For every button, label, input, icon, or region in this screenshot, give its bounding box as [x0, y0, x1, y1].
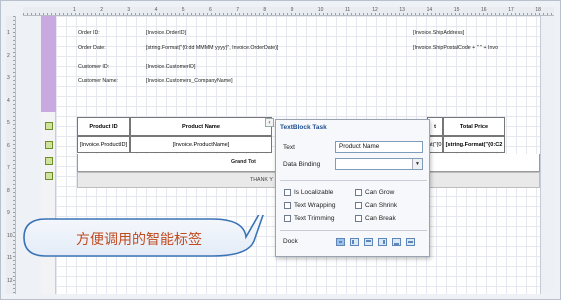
- ruler-number: 6: [209, 7, 212, 13]
- ruler-number: 10: [7, 232, 13, 239]
- ruler-number: 1: [73, 7, 76, 13]
- text-wrapping-checkbox[interactable]: [284, 202, 291, 209]
- dock-fill-icon[interactable]: [336, 238, 345, 246]
- text-label: Text: [283, 144, 295, 151]
- grand-total-label[interactable]: Grand Tot: [231, 159, 256, 165]
- dock-bottom-icon[interactable]: [392, 238, 401, 246]
- ruler-number: 6: [7, 142, 10, 149]
- text-trimming-checkbox[interactable]: [284, 215, 291, 222]
- horizontal-ruler: 12345678910111213141516171819: [23, 7, 554, 16]
- divider: [280, 180, 427, 181]
- dock-label: Dock: [283, 238, 298, 245]
- ruler-number: 9: [7, 210, 10, 216]
- order-date-field[interactable]: [string.Format("{0:dd MMMM yyyy}", Invoi…: [146, 45, 278, 51]
- chevron-down-icon[interactable]: ▼: [412, 159, 422, 169]
- is-localizable-label: Is Localizable: [294, 189, 334, 196]
- thank-you-text[interactable]: THANK Y: [250, 177, 273, 183]
- smart-tag-glyph[interactable]: ‹: [265, 118, 274, 127]
- ruler-number: 16: [481, 7, 487, 13]
- can-shrink-label: Can Shrink: [365, 202, 398, 209]
- ruler-number: 11: [345, 7, 351, 13]
- ruler-number: 3: [7, 75, 10, 81]
- ruler-number: 8: [7, 187, 10, 194]
- dock-left-icon[interactable]: [350, 238, 359, 246]
- ruler-number: 12: [372, 7, 378, 13]
- popup-title: TextBlock Task: [280, 124, 327, 131]
- customer-id-label: Customer ID:: [78, 64, 110, 70]
- ruler-number: 17: [508, 7, 514, 13]
- ruler-number: 1: [7, 30, 10, 36]
- customer-name-field[interactable]: [Invoice.Customers_CompanyName]: [146, 78, 233, 84]
- ruler-number: 7: [236, 7, 239, 13]
- header-product-id[interactable]: Product ID: [77, 117, 130, 136]
- ruler-number: 4: [7, 97, 10, 104]
- ruler-number: 8: [263, 7, 267, 13]
- ruler-number: 5: [7, 120, 10, 126]
- customer-id-field[interactable]: [Invoice.CustomerID]: [146, 64, 195, 70]
- band-icon[interactable]: [45, 172, 53, 180]
- ruler-number: 12: [7, 277, 13, 284]
- ship-postal-field[interactable]: [Invoice.ShipPostalCode + " " + Invo: [413, 45, 498, 51]
- data-binding-select[interactable]: ▼: [335, 158, 423, 170]
- header-product-name[interactable]: Product Name: [130, 117, 272, 136]
- can-break-checkbox[interactable]: [355, 215, 362, 222]
- order-id-label: Order ID:: [78, 30, 100, 36]
- ruler-number: 10: [317, 7, 324, 13]
- text-wrapping-label: Text Wrapping: [294, 202, 336, 209]
- ruler-number: 4: [154, 7, 158, 13]
- band-icon[interactable]: [45, 122, 53, 130]
- can-break-label: Can Break: [365, 215, 396, 222]
- ship-address-field[interactable]: [Invoice.ShipAddress]: [413, 30, 464, 36]
- can-grow-checkbox[interactable]: [355, 189, 362, 196]
- ruler-number: 7: [7, 165, 10, 171]
- data-binding-label: Data Binding: [283, 161, 321, 168]
- cell-product-name[interactable]: [Invoice.ProductName]: [130, 136, 272, 153]
- is-localizable-checkbox[interactable]: [284, 189, 291, 196]
- callout-text: 方便调用的智能标签: [76, 232, 202, 248]
- dock-none-icon[interactable]: [406, 238, 415, 246]
- can-grow-label: Can Grow: [365, 189, 395, 196]
- can-shrink-checkbox[interactable]: [355, 202, 362, 209]
- textblock-task-popup: TextBlock Task Text Product Name Data Bi…: [275, 119, 430, 257]
- ruler-number: 18: [535, 7, 541, 13]
- ruler-number: 13: [399, 7, 405, 13]
- cell-total-price[interactable]: [string.Format("{0:C2: [443, 136, 505, 153]
- page-header-band-marker[interactable]: [41, 16, 56, 112]
- ruler-number: 15: [453, 7, 460, 13]
- vertical-ruler: 1 2 3 4 5 6 7 8 9 10 11 12: [6, 16, 16, 294]
- order-id-field[interactable]: [Invoice.OrderID]: [146, 30, 186, 36]
- order-date-label: Order Date:: [78, 45, 106, 51]
- text-input[interactable]: Product Name: [335, 141, 423, 153]
- ruler-number: 9: [290, 7, 294, 13]
- vertical-scrollbar[interactable]: [540, 16, 554, 294]
- dock-top-icon[interactable]: [364, 238, 373, 246]
- ruler-number: 5: [181, 7, 185, 13]
- band-icon[interactable]: [45, 157, 53, 165]
- text-trimming-label: Text Trimming: [294, 215, 335, 222]
- ruler-number: 3: [127, 7, 131, 13]
- customer-name-label: Customer Name:: [78, 78, 119, 84]
- divider: [280, 230, 427, 231]
- dock-right-icon[interactable]: [378, 238, 387, 246]
- band-icon[interactable]: [45, 141, 53, 149]
- ruler-number: 14: [426, 7, 433, 13]
- ruler-number: 11: [7, 255, 13, 261]
- ruler-number: 2: [100, 7, 103, 13]
- header-total-price[interactable]: Total Price: [443, 117, 505, 136]
- cell-product-id[interactable]: [Invoice.ProductID]: [77, 136, 130, 153]
- ruler-number: 2: [7, 52, 10, 59]
